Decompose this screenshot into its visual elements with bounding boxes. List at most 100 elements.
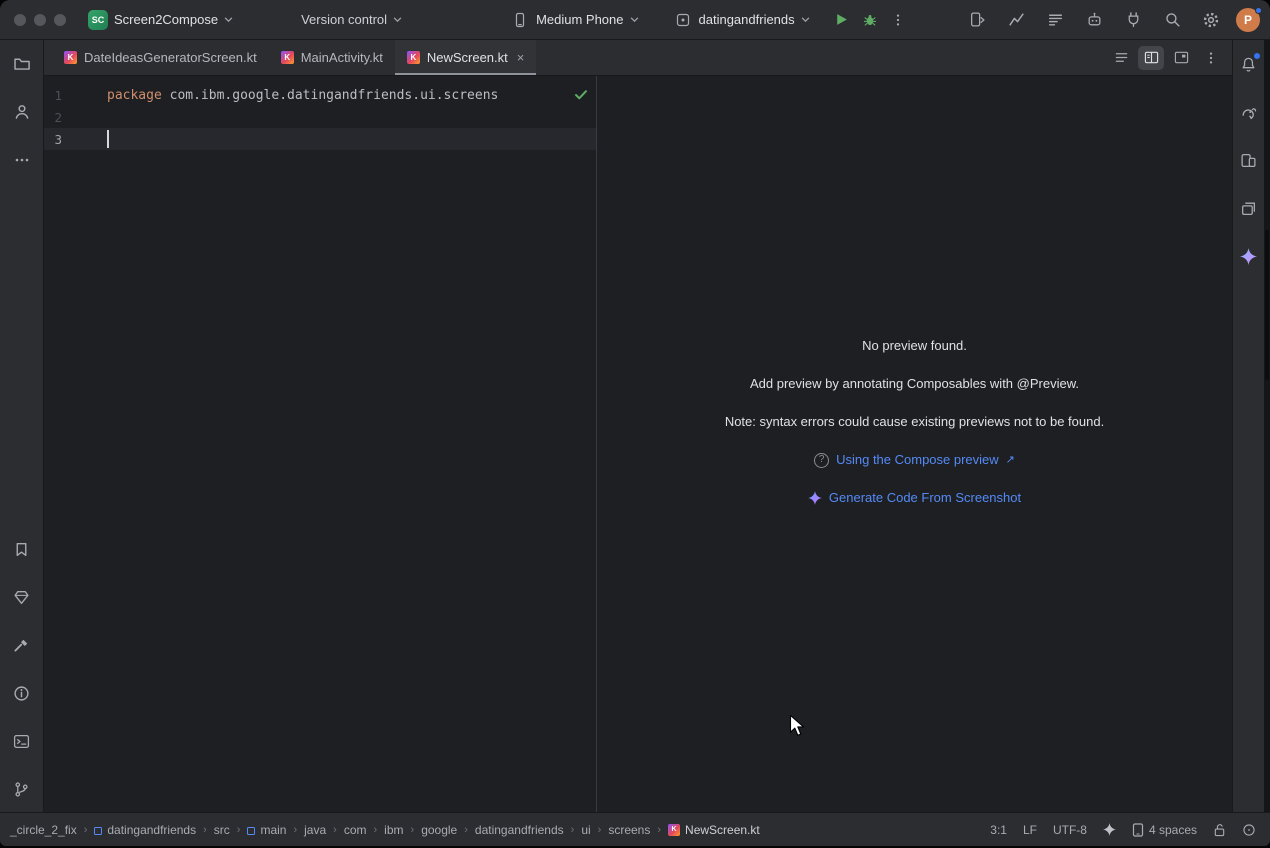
device-mirror-button[interactable] <box>963 6 991 34</box>
git-branch-icon <box>13 781 30 798</box>
breadcrumb-item[interactable]: _circle_2_fix <box>10 823 77 837</box>
generate-code-from-screenshot-link[interactable]: Generate Code From Screenshot <box>829 490 1021 506</box>
device-selector[interactable]: Medium Phone <box>502 6 646 34</box>
breadcrumb-separator: › <box>411 824 415 836</box>
more-tool-windows-button[interactable] <box>8 146 36 174</box>
tab-newscreen[interactable]: K NewScreen.kt × <box>395 40 537 75</box>
indent-widget[interactable]: 4 spaces <box>1132 823 1197 837</box>
view-split-button[interactable] <box>1138 46 1164 70</box>
info-circle-icon <box>13 685 30 702</box>
breadcrumb-item-current-file[interactable]: KNewScreen.kt <box>668 823 760 837</box>
breadcrumb-separator: › <box>84 824 88 836</box>
line-number[interactable]: 3 <box>44 132 107 147</box>
compose-preview-doc-link[interactable]: Using the Compose preview <box>836 452 999 468</box>
caret-position-widget[interactable]: 3:1 <box>990 823 1007 837</box>
minimize-window-button[interactable] <box>34 14 46 26</box>
gemini-tool-window-button[interactable] <box>1235 242 1263 270</box>
scrollbar-thumb[interactable] <box>1265 230 1269 380</box>
breadcrumb-item[interactable]: datingandfriends <box>94 823 196 837</box>
breadcrumb-item[interactable]: src <box>214 823 230 837</box>
text-caret <box>107 130 109 148</box>
run-configuration-selector[interactable]: datingandfriends <box>665 6 818 34</box>
statusbar-widgets: 3:1 LF UTF-8 4 spaces <box>990 823 1256 837</box>
code-editor[interactable]: 1 package com.ibm.google.datingandfriend… <box>44 76 596 812</box>
version-control-tool-window-button[interactable] <box>8 775 36 803</box>
settings-button[interactable] <box>1197 6 1225 34</box>
right-scrollbar-track[interactable] <box>1264 40 1270 812</box>
studio-bot-button[interactable] <box>1080 6 1108 34</box>
line-separator-widget[interactable]: LF <box>1023 823 1037 837</box>
status-info-icon <box>1242 823 1256 837</box>
build-tool-window-button[interactable] <box>8 631 36 659</box>
tab-label: MainActivity.kt <box>301 50 383 65</box>
breadcrumb-item[interactable]: ui <box>581 823 590 837</box>
breadcrumb-item[interactable]: google <box>421 823 457 837</box>
gemini-status-widget[interactable] <box>1103 823 1116 836</box>
line-number[interactable]: 1 <box>44 88 107 103</box>
device-manager-icon <box>1240 152 1257 169</box>
close-window-button[interactable] <box>14 14 26 26</box>
close-tab-icon[interactable]: × <box>517 51 525 64</box>
problems-tool-window-button[interactable] <box>8 679 36 707</box>
zoom-window-button[interactable] <box>54 14 66 26</box>
device-manager-button[interactable] <box>1235 146 1263 174</box>
tab-options-button[interactable] <box>1198 46 1224 70</box>
external-link-icon: ↗ <box>1006 452 1015 468</box>
chevron-down-icon <box>801 15 810 24</box>
notifications-button[interactable] <box>1235 50 1263 78</box>
gradle-tool-window-button[interactable] <box>1235 98 1263 126</box>
collaboration-tool-window-button[interactable] <box>8 98 36 126</box>
gemini-sparkle-icon <box>808 491 822 505</box>
view-code-button[interactable] <box>1108 46 1134 70</box>
unlock-padlock-icon <box>1213 823 1226 837</box>
tab-label: NewScreen.kt <box>427 50 508 65</box>
profiler-button[interactable] <box>1002 6 1030 34</box>
encoding-widget[interactable]: UTF-8 <box>1053 823 1087 837</box>
status-indicator-widget[interactable] <box>1242 823 1256 837</box>
gradle-elephant-icon <box>1240 104 1257 121</box>
breadcrumb: _circle_2_fix › datingandfriends › src ›… <box>10 823 760 837</box>
project-selector[interactable]: SC Screen2Compose <box>80 6 241 34</box>
tab-mainactivity[interactable]: K MainActivity.kt <box>269 40 395 75</box>
logcat-button[interactable] <box>1041 6 1069 34</box>
breadcrumb-separator: › <box>598 824 602 836</box>
titlebar: SC Screen2Compose Version control Medium… <box>0 0 1270 40</box>
search-everywhere-button[interactable] <box>1158 6 1186 34</box>
tab-dateideasgeneratorscreen[interactable]: K DateIdeasGeneratorScreen.kt <box>52 40 269 75</box>
view-design-button[interactable] <box>1168 46 1194 70</box>
breadcrumb-item[interactable]: screens <box>608 823 650 837</box>
user-avatar[interactable]: P <box>1236 8 1260 32</box>
bookmarks-tool-window-button[interactable] <box>8 535 36 563</box>
hammer-icon <box>13 637 30 654</box>
chevron-down-icon <box>630 15 639 24</box>
add-preview-hint: Add preview by annotating Composables wi… <box>597 376 1232 392</box>
project-tool-window-button[interactable] <box>8 50 36 78</box>
terminal-icon <box>13 733 30 750</box>
readonly-toggle-widget[interactable] <box>1213 823 1226 837</box>
code-keyword: package <box>107 88 162 103</box>
titlebar-right-actions: P <box>963 6 1260 34</box>
code-view-icon <box>1114 50 1129 65</box>
inspections-ok-widget[interactable] <box>574 88 588 101</box>
running-devices-button[interactable] <box>1235 194 1263 222</box>
breadcrumb-item[interactable]: main <box>247 823 286 837</box>
module-icon <box>94 827 102 835</box>
breadcrumb-separator: › <box>657 824 661 836</box>
avatar-notification-dot <box>1255 7 1262 14</box>
meatballs-menu-icon <box>14 152 30 168</box>
run-button[interactable] <box>828 6 856 34</box>
more-run-actions-button[interactable] <box>884 6 912 34</box>
right-tool-strip <box>1232 40 1264 812</box>
profiler-icon <box>1008 11 1025 28</box>
breadcrumb-item[interactable]: com <box>344 823 367 837</box>
app-quality-insights-button[interactable] <box>8 583 36 611</box>
terminal-tool-window-button[interactable] <box>8 727 36 755</box>
breadcrumb-item[interactable]: java <box>304 823 326 837</box>
breadcrumb-item[interactable]: ibm <box>384 823 403 837</box>
version-control-widget[interactable]: Version control <box>293 8 410 31</box>
debug-button[interactable] <box>856 6 884 34</box>
line-number[interactable]: 2 <box>44 110 107 125</box>
device-connect-icon <box>1125 11 1142 28</box>
device-connect-button[interactable] <box>1119 6 1147 34</box>
breadcrumb-item[interactable]: datingandfriends <box>475 823 564 837</box>
